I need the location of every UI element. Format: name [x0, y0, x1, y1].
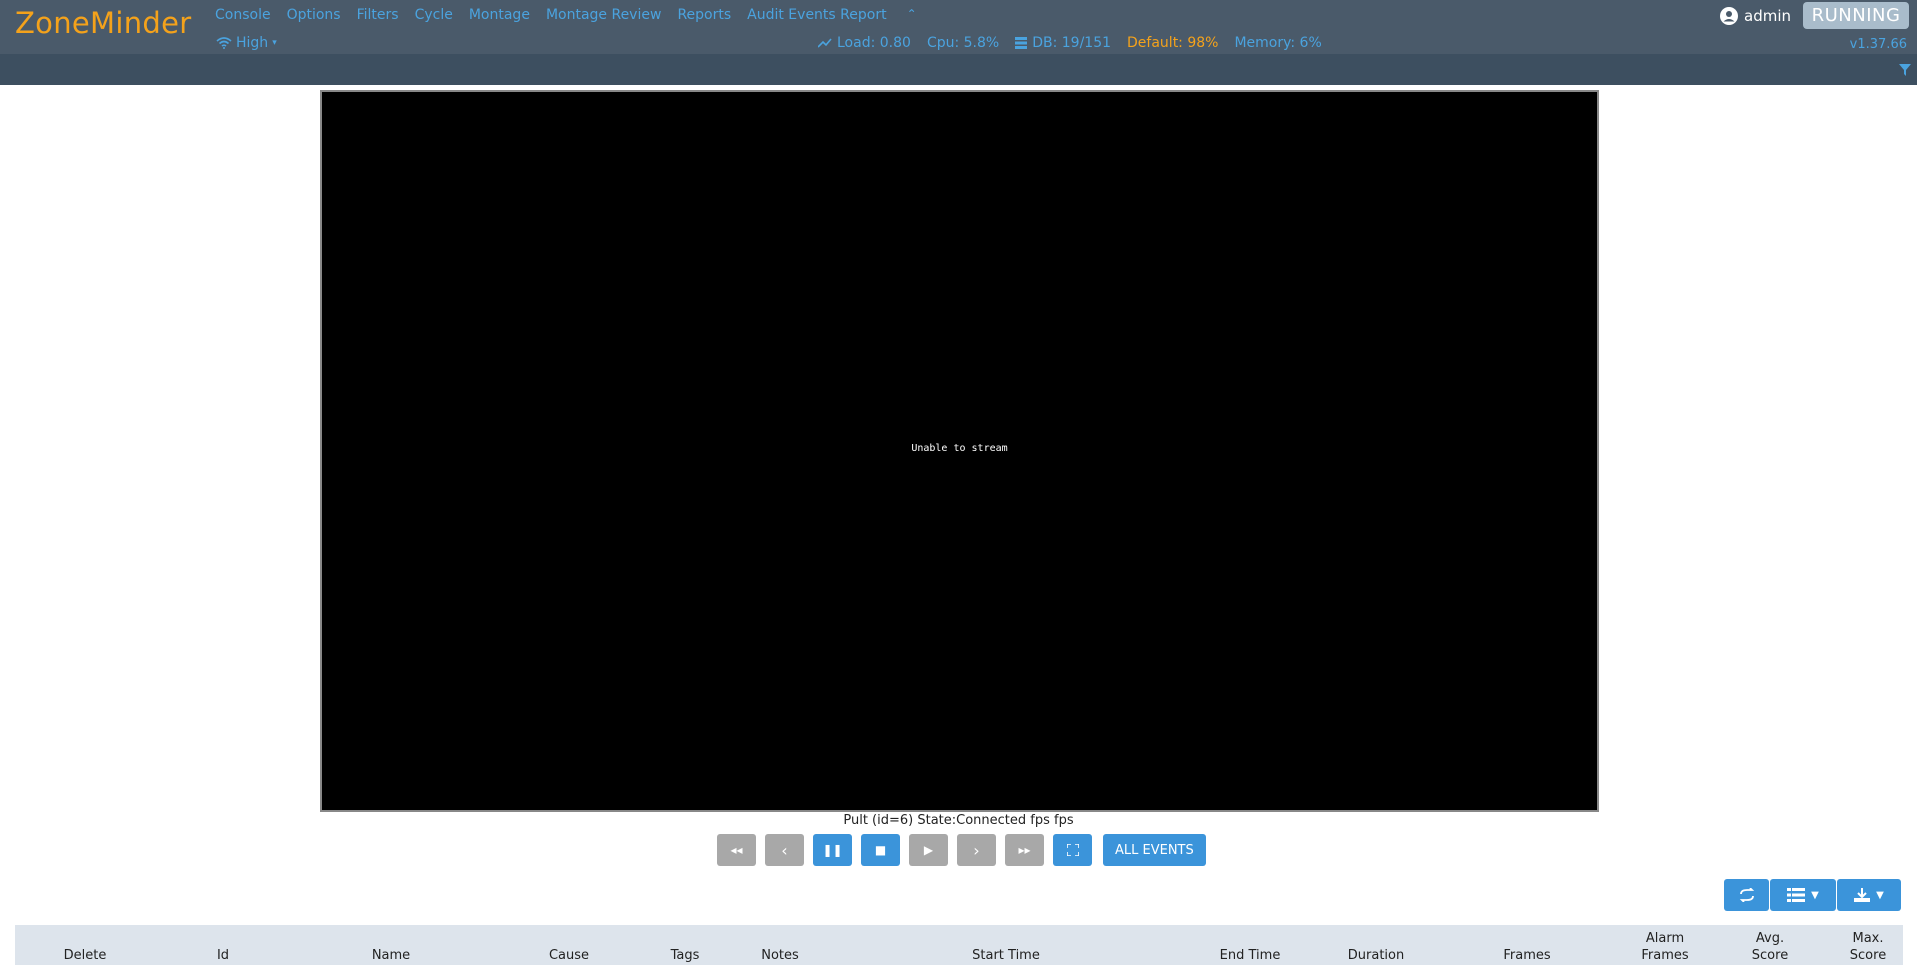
disk-stat: Default: 98% [1127, 35, 1219, 51]
chevron-up-icon[interactable]: ⌃ [907, 7, 917, 23]
user-name: admin [1744, 7, 1791, 25]
database-icon [1015, 37, 1028, 49]
play-button[interactable]: ▶ [909, 834, 948, 866]
export-button[interactable]: ▼ [1837, 879, 1901, 911]
pause-icon: ❚❚ [822, 843, 843, 857]
column-cause[interactable]: Cause [504, 947, 634, 964]
nav-montage-review[interactable]: Montage Review [546, 7, 662, 23]
fast-forward-icon: ▸▸ [1018, 843, 1031, 857]
cpu-stat: Cpu: 5.8% [926, 35, 1000, 51]
pause-button[interactable]: ❚❚ [813, 834, 852, 866]
column-delete[interactable]: Delete [35, 947, 135, 964]
download-icon [1854, 888, 1871, 902]
trend-icon [818, 38, 832, 48]
step-forward-button[interactable]: › [957, 834, 996, 866]
playback-controls: ◂◂ ‹ ❚❚ ■ ▶ › ▸▸ ALL EVENTS [717, 834, 1206, 866]
play-icon: ▶ [923, 843, 934, 857]
column-notes[interactable]: Notes [730, 947, 830, 964]
fast-forward-button[interactable]: ▸▸ [1005, 834, 1044, 866]
columns-toggle-button[interactable]: ▼ [1770, 879, 1836, 911]
sub-navbar [0, 54, 1917, 85]
filter-icon[interactable] [1899, 64, 1911, 80]
stream-status: Pult (id=6) State:Connected fps fps [843, 813, 1074, 828]
list-icon [1787, 888, 1806, 902]
nav-filters[interactable]: Filters [357, 7, 399, 23]
column-alarm-frames[interactable]: Alarm Frames [1635, 930, 1695, 964]
step-back-button[interactable]: ‹ [765, 834, 804, 866]
caret-down-icon: ▾ [272, 38, 277, 48]
all-events-button[interactable]: ALL EVENTS [1103, 834, 1206, 866]
stop-button[interactable]: ■ [861, 834, 900, 866]
column-duration[interactable]: Duration [1321, 947, 1431, 964]
fullscreen-button[interactable] [1053, 834, 1092, 866]
chevron-right-icon: › [973, 840, 980, 860]
main-nav: Console Options Filters Cycle Montage Mo… [215, 7, 917, 23]
load-stat: Load: 0.80 [818, 35, 911, 51]
fast-rewind-button[interactable]: ◂◂ [717, 834, 756, 866]
column-end-time[interactable]: End Time [1155, 947, 1345, 964]
column-max-score[interactable]: Max. Score [1843, 930, 1893, 964]
fullscreen-icon [1066, 844, 1079, 856]
video-stream[interactable]: Unable to stream [320, 90, 1599, 812]
events-table-header: Delete Id Name Cause Tags Notes Start Ti… [15, 925, 1903, 965]
column-start-time[interactable]: Start Time [891, 947, 1121, 964]
nav-montage[interactable]: Montage [469, 7, 530, 23]
column-frames[interactable]: Frames [1472, 947, 1582, 964]
nav-console[interactable]: Console [215, 7, 271, 23]
stream-message: Unable to stream [911, 443, 1008, 454]
bandwidth-label: High [236, 35, 269, 51]
user-menu[interactable]: admin [1720, 7, 1791, 25]
nav-cycle[interactable]: Cycle [415, 7, 453, 23]
refresh-icon [1739, 888, 1754, 902]
column-tags[interactable]: Tags [645, 947, 725, 964]
chevron-left-icon: ‹ [781, 840, 788, 860]
stop-icon: ■ [874, 843, 887, 857]
user-icon [1720, 7, 1738, 25]
nav-audit-events-report[interactable]: Audit Events Report [747, 7, 886, 23]
fast-rewind-icon: ◂◂ [730, 843, 743, 857]
bandwidth-dropdown[interactable]: High ▾ [216, 35, 277, 51]
nav-options[interactable]: Options [287, 7, 341, 23]
db-stat: DB: 19/151 [1015, 35, 1111, 51]
column-name[interactable]: Name [326, 947, 456, 964]
run-state-button[interactable]: RUNNING [1803, 2, 1909, 29]
app-logo[interactable]: ZoneMinder [15, 6, 191, 40]
nav-reports[interactable]: Reports [677, 7, 731, 23]
memory-stat: Memory: 6% [1234, 35, 1322, 51]
system-stats: Load: 0.80 Cpu: 5.8% DB: 19/151 Default:… [818, 35, 1322, 51]
caret-down-icon: ▼ [1811, 889, 1819, 901]
column-id[interactable]: Id [173, 947, 273, 964]
wifi-icon [216, 37, 232, 49]
table-toolbar: ▼ ▼ [1724, 879, 1901, 911]
column-avg-score[interactable]: Avg. Score [1745, 930, 1795, 964]
version-label[interactable]: v1.37.66 [1850, 37, 1907, 52]
caret-down-icon: ▼ [1876, 889, 1884, 901]
refresh-button[interactable] [1724, 879, 1769, 911]
